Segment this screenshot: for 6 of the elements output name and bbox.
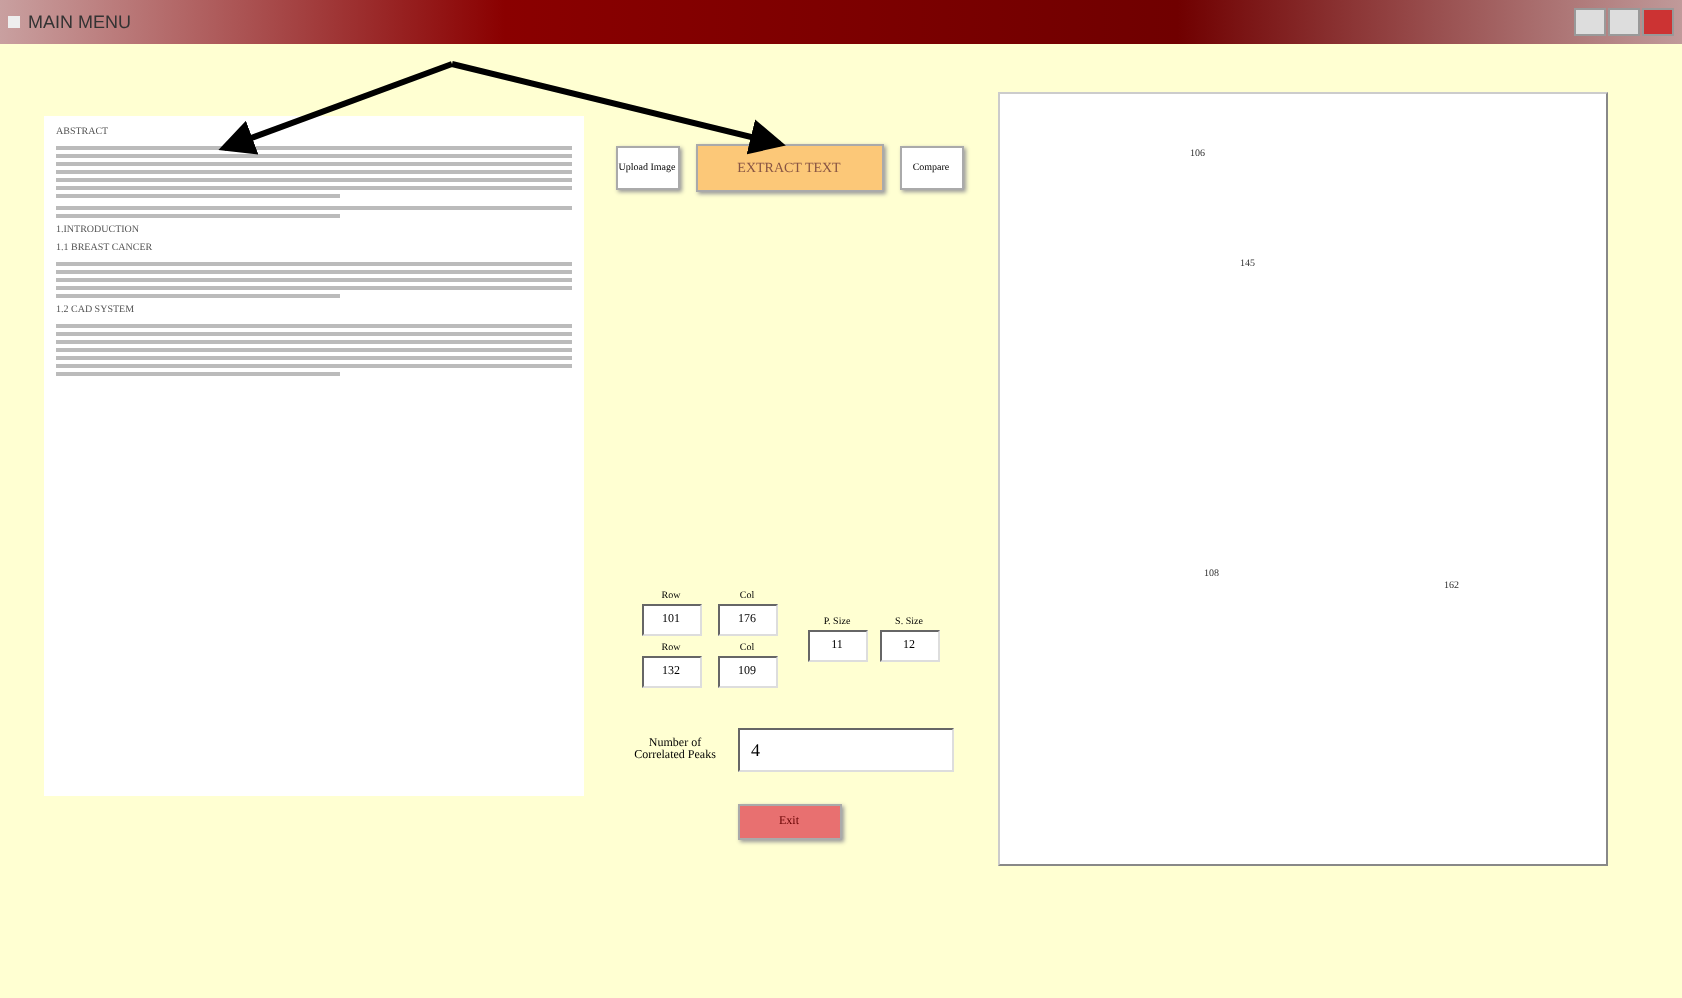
- close-button[interactable]: [1642, 8, 1674, 36]
- window-title: MAIN MENU: [28, 12, 131, 32]
- input-field[interactable]: 4: [737, 728, 953, 772]
- minimize-button[interactable]: [1574, 8, 1606, 36]
- window-icon: [8, 16, 20, 28]
- maximize-button[interactable]: [1608, 8, 1640, 36]
